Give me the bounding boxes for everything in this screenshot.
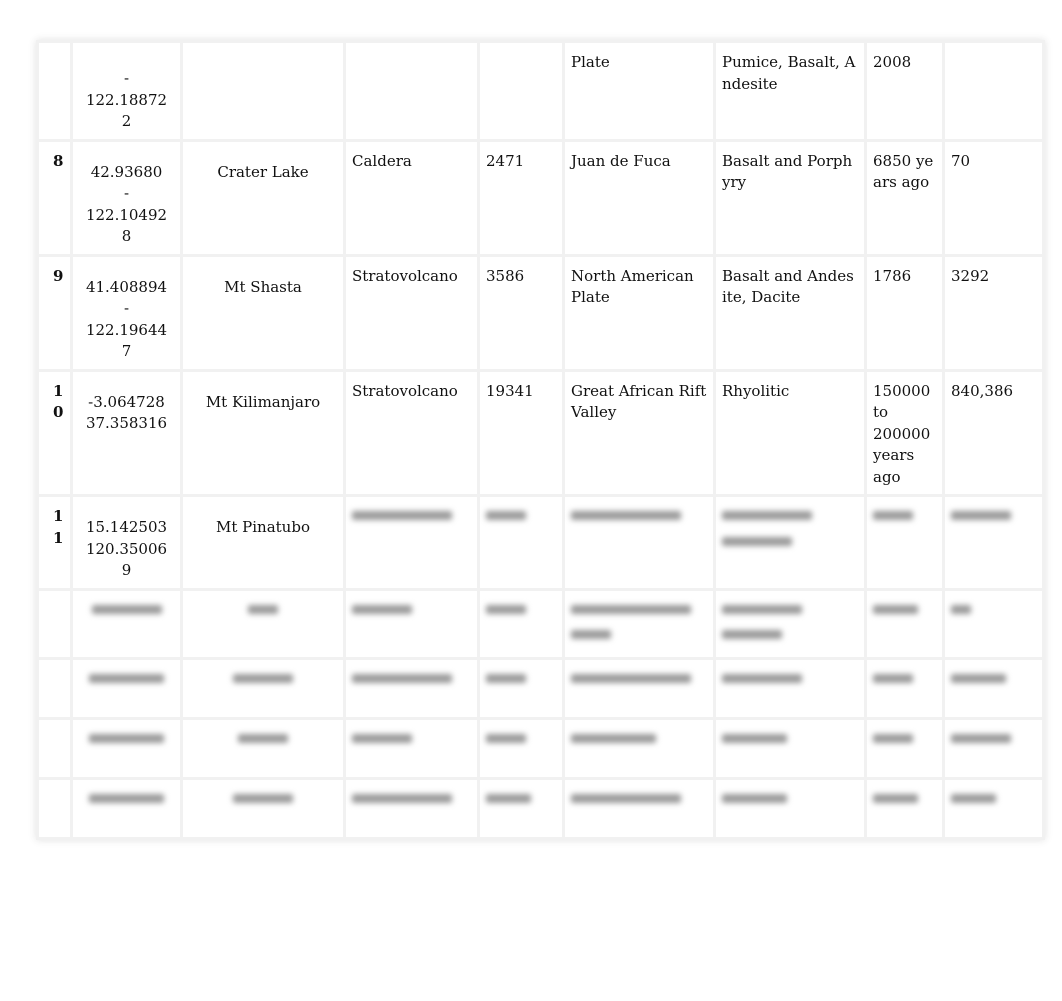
coord-line: 41.408894 [85,277,168,296]
elevation [477,40,565,142]
blurred-row [36,656,1045,720]
table-row: - 122.18872 2 Plate Pumice, Basalt, Andesi… [36,40,1045,142]
volcano-name: Mt Kilimanjaro [180,368,346,497]
plate: Great African Rift Valley [562,368,716,497]
blurred-cell [562,494,716,591]
rock-type: Pumice, Basalt, Andesite [713,40,867,142]
coord-line: 122.18872 [85,90,168,109]
volcano-name [180,40,346,142]
row-number: 11 [36,494,73,591]
coord-line: 42.93680 [90,162,163,181]
table-row: 9 41.408894 - 122.19644 7 Mt Shasta Stratov… [36,253,1045,372]
volcano-name: Mt Pinatubo [180,494,346,591]
coord-line: 2 [121,112,132,130]
row-number: 9 [36,253,73,372]
coordinates: 41.408894 - 122.19644 7 [70,253,183,372]
last-eruption: 6850 years ago [864,138,945,257]
coordinates: 15.142503 120.35006 9 [70,494,183,591]
coord-line: - [123,299,130,317]
blurred-row [36,587,1045,660]
coord-line: 15.142503 [85,518,168,536]
rock-type: Basalt and Porphyry [713,138,867,257]
volcano-type [343,40,480,142]
volcano-name: Mt Shasta [180,253,346,372]
coord-line: 120.35006 [85,539,168,558]
rock-type: Basalt and Andesite, Dacite [713,253,867,372]
coord-line: 7 [121,342,132,360]
extra-value [942,40,1045,142]
elevation: 2471 [477,138,565,257]
coord-line: 122.10492 [85,205,168,224]
last-eruption: 150000 to 200000 years ago [864,368,945,497]
last-eruption: 2008 [864,40,945,142]
blurred-row [36,776,1045,840]
extra-value: 70 [942,138,1045,257]
volcano-type: Stratovolcano [343,368,480,497]
coord-line: - [123,69,130,87]
coordinates: 42.93680 - 122.10492 8 [70,138,183,257]
blurred-cell [343,494,480,591]
last-eruption: 1786 [864,253,945,372]
volcano-type: Stratovolcano [343,253,480,372]
blurred-row [36,716,1045,780]
coordinates: - 122.18872 2 [70,40,183,142]
volcano-table: - 122.18872 2 Plate Pumice, Basalt, Andesi… [36,40,1045,840]
blurred-cell [477,494,565,591]
table-row: 11 15.142503 120.35006 9 Mt Pinatubo [36,494,1045,591]
coord-line: 122.19644 [85,320,168,339]
coord-line: 37.358316 [85,414,168,432]
table-row: 10 -3.064728 37.358316 Mt Kilimanjaro Str… [36,368,1045,497]
plate: Plate [562,40,716,142]
blurred-cell [942,494,1045,591]
extra-value: 840,386 [942,368,1045,497]
blurred-cell [864,494,945,591]
rock-type: Rhyolitic [713,368,867,497]
volcano-type: Caldera [343,138,480,257]
extra-value: 3292 [942,253,1045,372]
row-number: 10 [36,368,73,497]
table-row: 8 42.93680 - 122.10492 8 Crater Lake Calder… [36,138,1045,257]
elevation: 19341 [477,368,565,497]
blurred-cell [713,494,867,591]
plate: Juan de Fuca [562,138,716,257]
row-number [36,40,73,142]
plate: North American Plate [562,253,716,372]
elevation: 3586 [477,253,565,372]
coord-line: -3.064728 [88,392,165,411]
coordinates: -3.064728 37.358316 [70,368,183,497]
coord-line: 8 [121,227,132,245]
volcano-name: Crater Lake [180,138,346,257]
row-number: 8 [36,138,73,257]
coord-line: - [123,184,130,202]
coord-line: 9 [121,561,132,579]
